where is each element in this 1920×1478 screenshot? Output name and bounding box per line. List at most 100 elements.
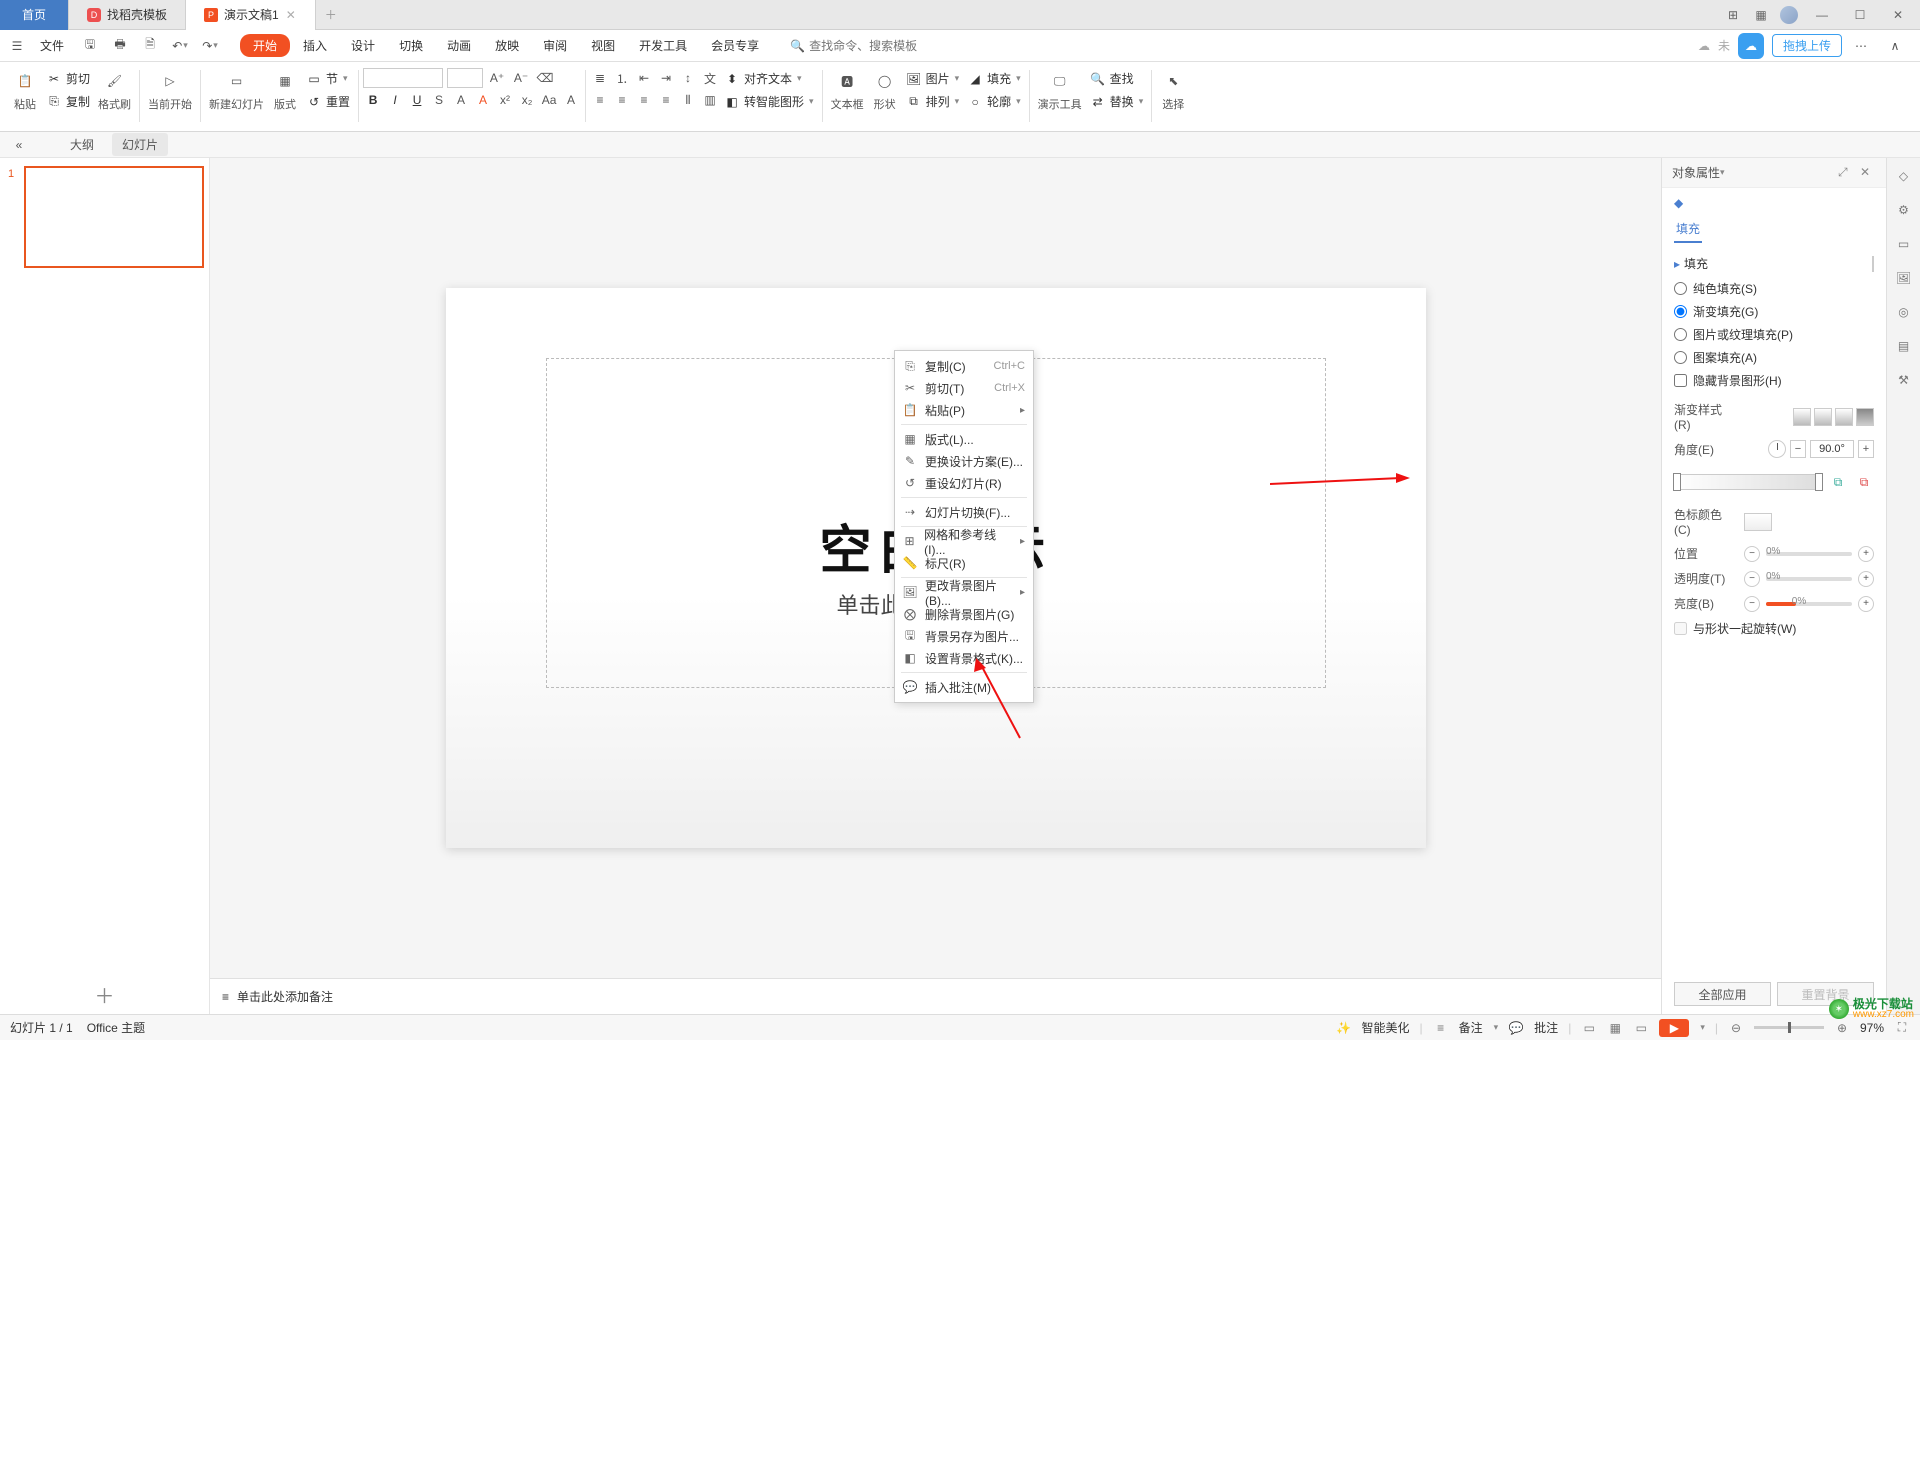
- ctx-change-design[interactable]: ✎更换设计方案(E)...: [895, 450, 1033, 472]
- add-slide-button[interactable]: ＋: [91, 980, 119, 1008]
- align-center-button[interactable]: ≡: [612, 90, 632, 110]
- section-button[interactable]: ▭节▾: [302, 68, 354, 89]
- section-fill[interactable]: ▸ 填充: [1674, 255, 1874, 272]
- subscript-button[interactable]: x₂: [517, 90, 537, 110]
- search-input[interactable]: [809, 39, 929, 53]
- print-icon[interactable]: 🖶: [108, 35, 132, 57]
- command-search[interactable]: 🔍: [790, 39, 929, 53]
- decrease-font-icon[interactable]: A⁻: [511, 68, 531, 88]
- tab-home[interactable]: 首页: [0, 0, 69, 30]
- angle-increase[interactable]: +: [1858, 440, 1874, 458]
- distribute-button[interactable]: ⫴: [678, 90, 698, 110]
- check-hide-bg[interactable]: 隐藏背景图形(H): [1674, 372, 1874, 389]
- smartart-button[interactable]: ◧转智能图形▾: [720, 91, 818, 112]
- ctx-grid[interactable]: ⊞网格和参考线(I)...▸: [895, 530, 1033, 552]
- radio-pattern-fill[interactable]: 图案填充(A): [1674, 349, 1874, 366]
- shapes-button[interactable]: ◯形状: [868, 68, 902, 112]
- minimize-button[interactable]: —: [1808, 1, 1836, 29]
- textbox-button[interactable]: 🅰文本框: [827, 68, 868, 112]
- menu-icon[interactable]: ☰: [6, 35, 28, 57]
- radio-picture-fill[interactable]: 图片或纹理填充(P): [1674, 326, 1874, 343]
- tab-devtools[interactable]: 开发工具: [628, 33, 698, 58]
- clear-format-icon[interactable]: ⌫: [535, 68, 555, 88]
- tab-slides-view[interactable]: 幻灯片: [112, 133, 168, 156]
- strike-button[interactable]: S: [429, 90, 449, 110]
- tab-member[interactable]: 会员专享: [700, 33, 770, 58]
- align-text-button[interactable]: ⬍对齐文本▾: [720, 68, 818, 89]
- add-tab-button[interactable]: ＋: [316, 6, 346, 23]
- gradient-style-picker[interactable]: [1793, 408, 1874, 426]
- ctx-layout[interactable]: ▦版式(L)...: [895, 428, 1033, 450]
- more-icon[interactable]: ⋯: [1850, 35, 1872, 57]
- italic-button[interactable]: I: [385, 90, 405, 110]
- columns-button[interactable]: ▥: [700, 90, 720, 110]
- paste-button[interactable]: 📋粘贴: [8, 68, 42, 112]
- ctx-remove-bg[interactable]: ⨂删除背景图片(G): [895, 603, 1033, 625]
- pictures-button[interactable]: 🖼图片▾: [902, 68, 964, 89]
- indent-dec-button[interactable]: ⇤: [634, 68, 654, 88]
- cloud-sync-icon[interactable]: ☁: [1698, 39, 1710, 53]
- tab-current-doc[interactable]: P 演示文稿1 ✕: [186, 0, 316, 30]
- template-icon[interactable]: ▭: [1894, 234, 1914, 254]
- ctx-ruler[interactable]: 📏标尺(R): [895, 552, 1033, 574]
- tab-templates[interactable]: D 找稻壳模板: [69, 0, 186, 30]
- avatar[interactable]: [1780, 6, 1798, 24]
- line-spacing-button[interactable]: ↕: [678, 68, 698, 88]
- save-icon[interactable]: 🖫: [78, 35, 102, 57]
- close-button[interactable]: ✕: [1884, 1, 1912, 29]
- find-button[interactable]: 🔍查找: [1086, 68, 1148, 89]
- angle-decrease[interactable]: −: [1790, 440, 1806, 458]
- tools-icon[interactable]: ⚒: [1894, 370, 1914, 390]
- tab-insert[interactable]: 插入: [292, 33, 338, 58]
- layouts-button[interactable]: ▦版式: [268, 68, 302, 112]
- increase-font-icon[interactable]: A⁺: [487, 68, 507, 88]
- tab-transition[interactable]: 切换: [388, 33, 434, 58]
- fill-button[interactable]: ◢填充▾: [963, 68, 1025, 89]
- angle-dial[interactable]: [1768, 440, 1786, 458]
- apps-icon[interactable]: ▦: [1752, 6, 1770, 24]
- change-case-button[interactable]: Aa: [539, 90, 559, 110]
- chart-icon[interactable]: ▤: [1894, 336, 1914, 356]
- close-panel-icon[interactable]: ✕: [1860, 165, 1876, 181]
- ctx-paste[interactable]: 📋粘贴(P)▸: [895, 399, 1033, 421]
- underline-button[interactable]: U: [407, 90, 427, 110]
- fill-tab[interactable]: 填充: [1674, 218, 1702, 243]
- gradient-preset[interactable]: [1835, 408, 1853, 426]
- numbering-button[interactable]: ⒈: [612, 68, 632, 88]
- outline-button[interactable]: ○轮廓▾: [963, 91, 1025, 112]
- ctx-change-bg[interactable]: 🖼更改背景图片(B)...▸: [895, 581, 1033, 603]
- radio-solid-fill[interactable]: 纯色填充(S): [1674, 280, 1874, 297]
- gradient-preset[interactable]: [1856, 408, 1874, 426]
- reset-button[interactable]: ↺重置: [302, 91, 354, 112]
- diamond-icon[interactable]: ◇: [1894, 166, 1914, 186]
- settings-icon[interactable]: ⚙: [1894, 200, 1914, 220]
- tab-review[interactable]: 审阅: [532, 33, 578, 58]
- pin-icon[interactable]: ⤢: [1838, 165, 1854, 181]
- highlight-button[interactable]: A: [473, 90, 493, 110]
- replace-button[interactable]: ⇄替换▾: [1086, 91, 1148, 112]
- fill-preview-swatch[interactable]: [1872, 256, 1874, 272]
- location-icon[interactable]: ◎: [1894, 302, 1914, 322]
- tab-view[interactable]: 视图: [580, 33, 626, 58]
- angle-value[interactable]: 90.0°: [1810, 440, 1854, 458]
- from-current-button[interactable]: ▷当前开始: [144, 68, 196, 112]
- text-direction-button[interactable]: 文: [700, 68, 720, 88]
- file-menu[interactable]: 文件: [32, 35, 72, 56]
- layout-icon[interactable]: ⊞: [1724, 6, 1742, 24]
- gradient-preset[interactable]: [1793, 408, 1811, 426]
- align-justify-button[interactable]: ≡: [656, 90, 676, 110]
- tab-outline-view[interactable]: 大纲: [60, 133, 104, 156]
- collapse-ribbon-icon[interactable]: ∧: [1884, 35, 1906, 57]
- image-icon[interactable]: 🖼: [1894, 268, 1914, 288]
- ctx-save-bg[interactable]: 🖫背景另存为图片...: [895, 625, 1033, 647]
- upload-button[interactable]: 拖拽上传: [1772, 34, 1842, 57]
- print-preview-icon[interactable]: 🗎: [138, 35, 162, 57]
- undo-icon[interactable]: ↶▾: [168, 35, 192, 57]
- close-icon[interactable]: ✕: [285, 9, 297, 21]
- tab-design[interactable]: 设计: [340, 33, 386, 58]
- format-painter-button[interactable]: 🖌格式刷: [94, 68, 135, 112]
- redo-icon[interactable]: ↷▾: [198, 35, 222, 57]
- copy-button[interactable]: ⎘复制: [42, 91, 94, 112]
- gradient-preset[interactable]: [1814, 408, 1832, 426]
- new-slide-button[interactable]: ▭新建幻灯片: [205, 68, 268, 112]
